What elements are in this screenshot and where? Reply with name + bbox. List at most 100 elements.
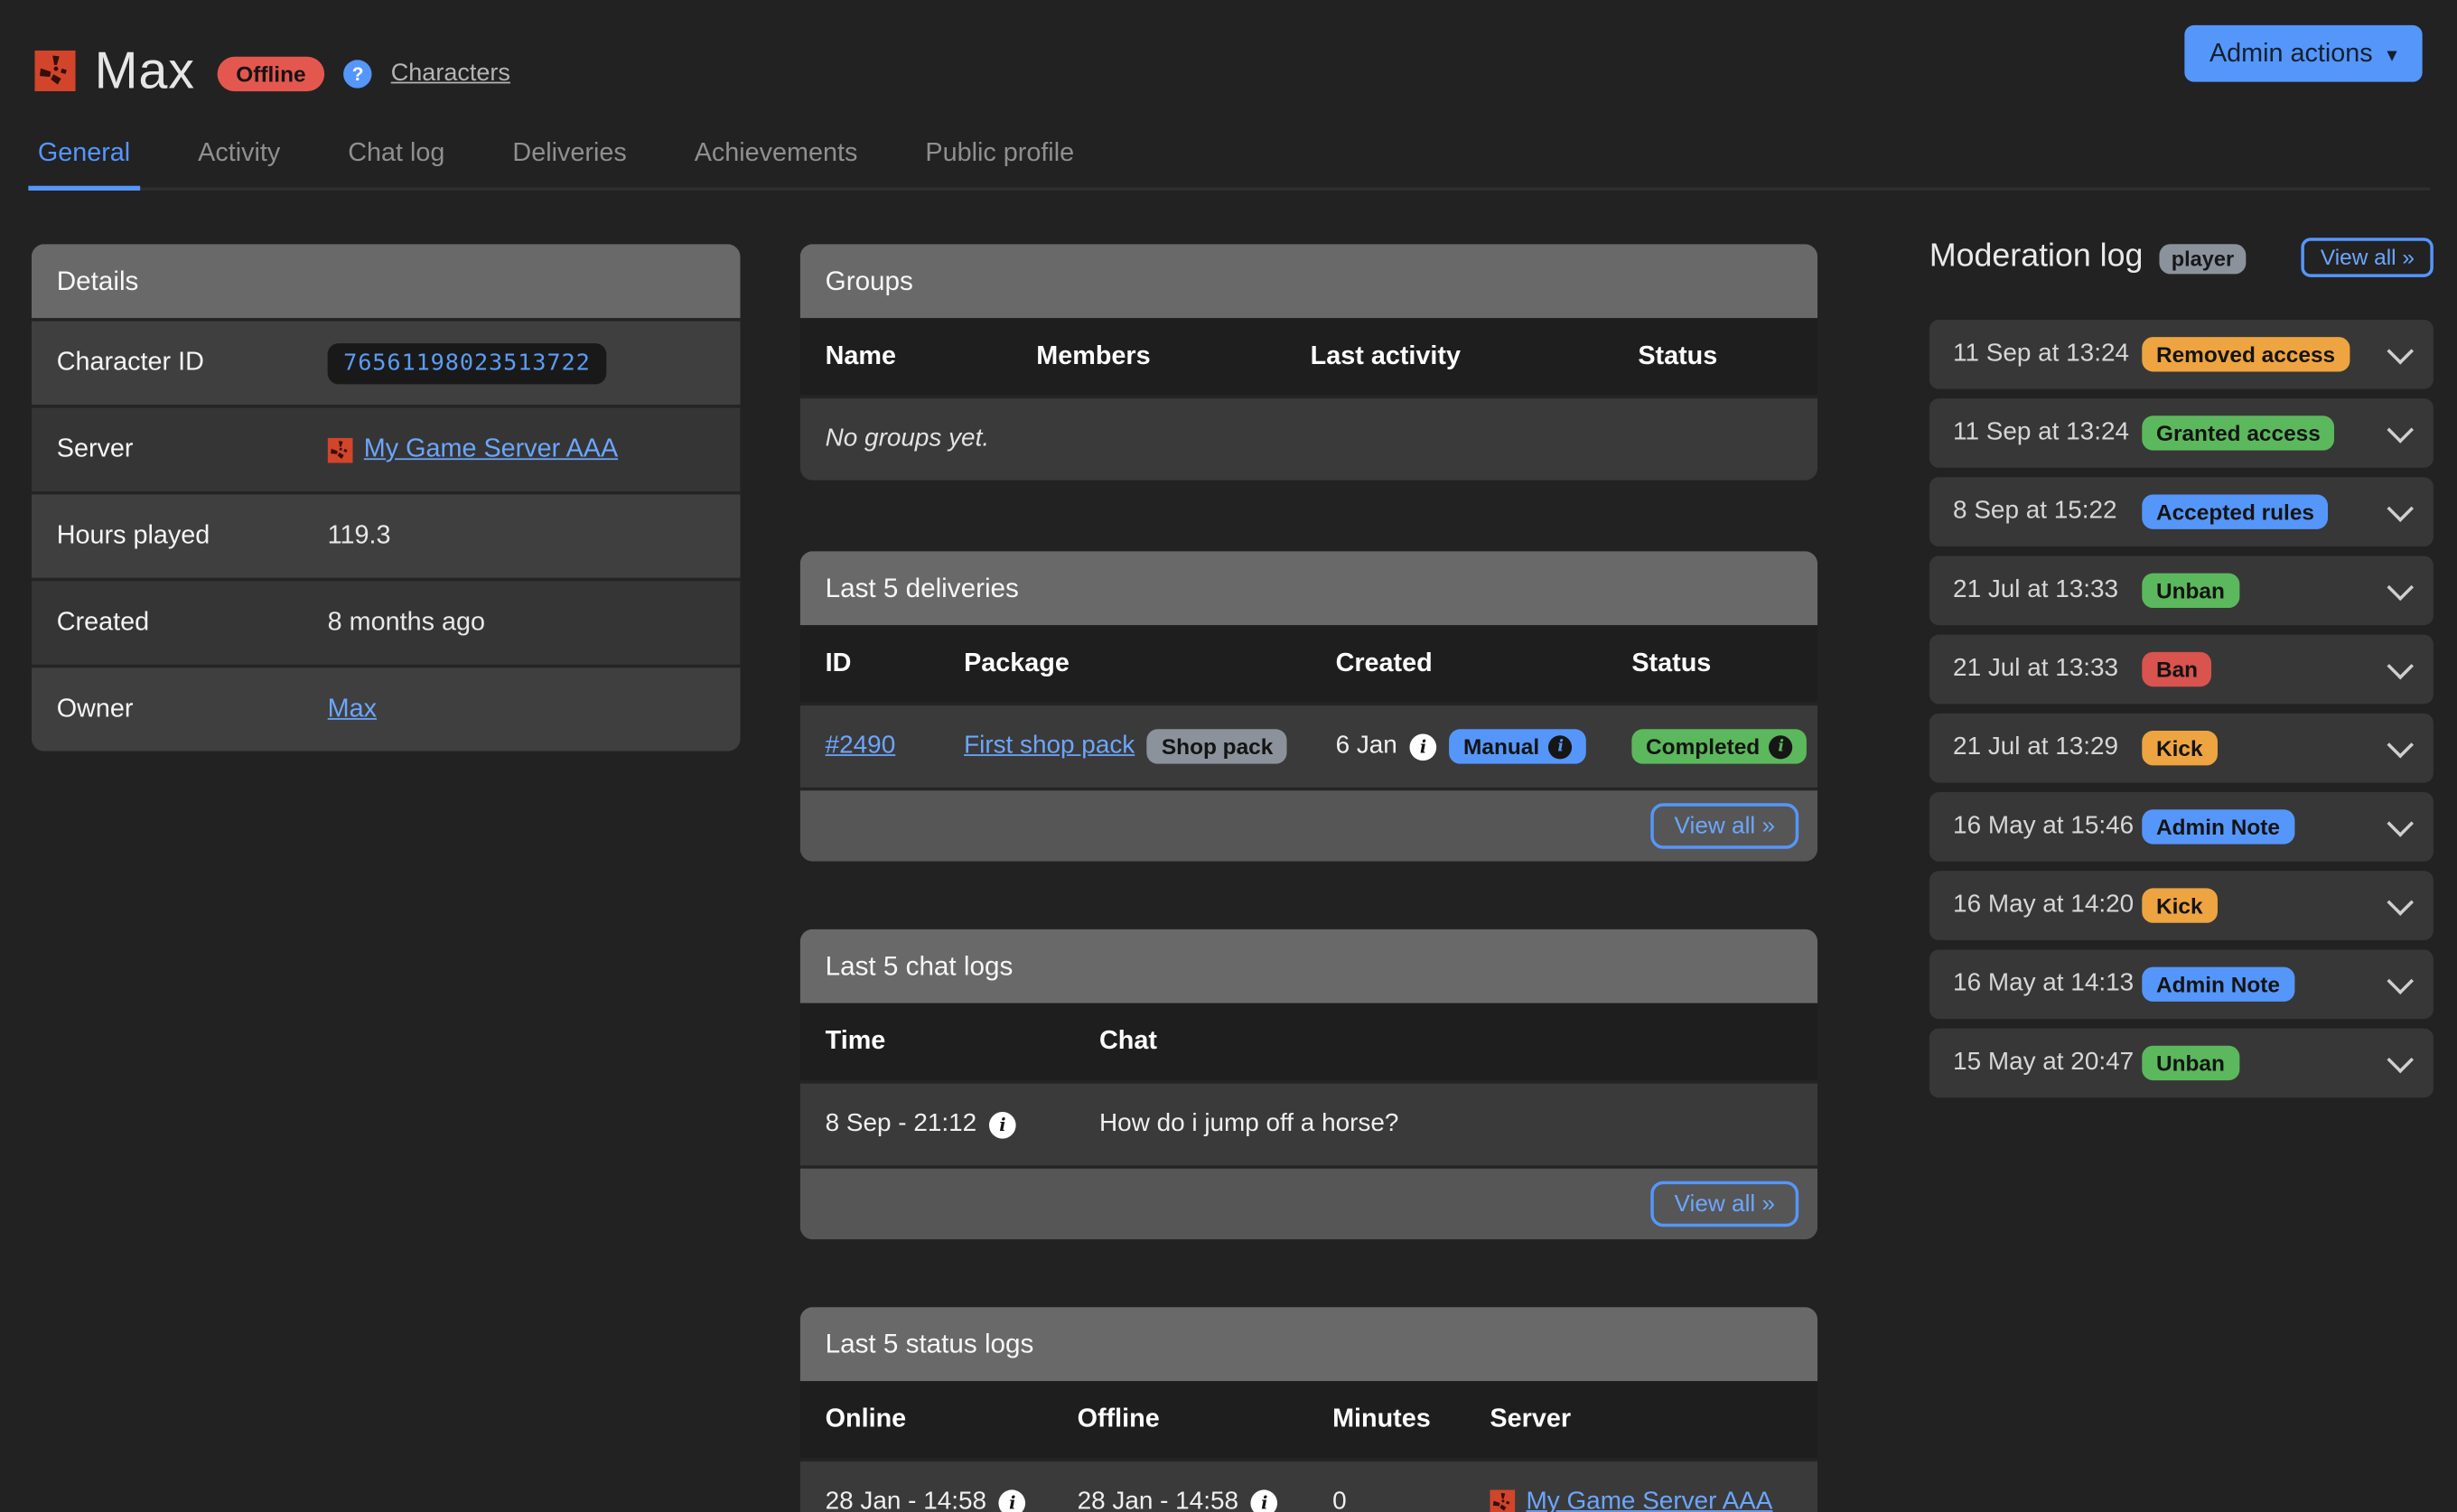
moderation-action-badge: Unban [2142,1046,2238,1080]
chat-logs-view-all-button[interactable]: View all » [1650,1181,1798,1227]
chevron-down-icon[interactable] [2387,574,2414,601]
badge-label: Manual [1463,734,1539,760]
moderation-log-entry[interactable]: 16 May at 15:46 Admin Note [1929,792,2434,862]
moderation-action-badge: Admin Note [2142,967,2294,1002]
moderation-log-entry[interactable]: 11 Sep at 13:24 Granted access [1929,398,2434,468]
moderation-entry-date: 8 Sep at 15:22 [1953,498,2142,526]
moderation-log-entry[interactable]: 15 May at 20:47 Unban [1929,1029,2434,1098]
moderation-log-column: Moderation log player View all » 11 Sep … [1929,230,2434,1098]
characters-link[interactable]: Characters [391,60,510,88]
column-header: ID [826,649,964,678]
moderation-log-entry[interactable]: 11 Sep at 13:24 Removed access [1929,320,2434,389]
tab-public-profile[interactable]: Public profile [916,126,1084,190]
column-header: Created [1336,649,1632,678]
column-header: Server [1490,1405,1792,1434]
details-panel-title: Details [32,244,741,318]
package-type-badge: Shop pack [1147,729,1287,763]
page-title: Max [95,41,195,100]
chevron-down-icon[interactable] [2387,731,2414,758]
chevron-down-icon[interactable] [2387,967,2414,994]
rust-game-icon [328,437,353,462]
chevron-down-icon[interactable] [2387,495,2414,522]
status-logs-panel-title: Last 5 status logs [800,1307,1817,1381]
moderation-log-header: Moderation log player View all » [1929,230,2434,284]
column-header: Name [826,341,1037,371]
admin-actions-button[interactable]: Admin actions ▾ [2184,25,2423,82]
rust-game-icon [1490,1489,1515,1512]
tab-bar: General Activity Chat log Deliveries Ach… [28,126,2430,190]
moderation-log-title: Moderation log [1929,238,2143,275]
tab-deliveries[interactable]: Deliveries [503,126,636,190]
tab-activity[interactable]: Activity [189,126,290,190]
chat-time: 8 Sep - 21:12 [826,1110,977,1138]
detail-row-created: Created 8 months ago [32,578,741,665]
moderation-log-entry[interactable]: 16 May at 14:20 Kick [1929,871,2434,940]
column-header: Offline [1078,1405,1332,1434]
detail-label: Owner [57,695,328,724]
badge-label: Completed [1646,734,1760,760]
delivery-status-badge: Completed i [1631,729,1807,763]
info-icon[interactable]: i [1410,733,1437,761]
offline-time: 28 Jan - 14:58 [1078,1489,1238,1512]
details-panel: Details Character ID 76561198023513722 S… [32,244,741,751]
rust-game-icon [34,51,75,91]
tab-general[interactable]: General [28,126,139,190]
page-header: Max Offline ? Characters [34,32,510,110]
caret-down-icon: ▾ [2387,43,2396,64]
detail-label: Character ID [57,348,328,378]
help-icon[interactable]: ? [343,60,371,88]
status-logs-panel: Last 5 status logs Online Offline Minute… [800,1307,1817,1512]
chevron-down-icon[interactable] [2387,337,2414,364]
server-link[interactable]: My Game Server AAA [1527,1489,1773,1512]
chevron-down-icon[interactable] [2387,888,2414,915]
moderation-entry-date: 21 Jul at 13:33 [1953,655,2142,683]
column-header: Status [1631,649,1792,678]
moderation-log-entry[interactable]: 8 Sep at 15:22 Accepted rules [1929,477,2434,546]
tab-achievements[interactable]: Achievements [685,126,867,190]
delivery-created-date: 6 Jan [1336,733,1397,761]
chat-logs-panel: Last 5 chat logs Time Chat 8 Sep - 21:12… [800,929,1817,1239]
moderation-log-entry[interactable]: 21 Jul at 13:33 Unban [1929,555,2434,625]
chat-logs-panel-title: Last 5 chat logs [800,929,1817,1003]
chat-message: How do i jump off a horse? [1099,1110,1792,1138]
character-id-value: 76561198023513722 [328,342,606,383]
chat-logs-footer: View all » [800,1165,1817,1239]
moderation-log-entry[interactable]: 16 May at 14:13 Admin Note [1929,949,2434,1019]
server-link[interactable]: My Game Server AAA [364,434,618,464]
moderation-action-badge: Removed access [2142,337,2350,371]
status-badge: Offline [217,57,324,91]
empty-state-text: No groups yet. [826,425,1793,453]
moderation-action-badge: Admin Note [2142,809,2294,844]
tab-chat-log[interactable]: Chat log [339,126,454,190]
chevron-down-icon[interactable] [2387,415,2414,443]
detail-row-character-id: Character ID 76561198023513722 [32,318,741,405]
detail-row-server: Server My Game Server AAA [32,405,741,491]
moderation-action-badge: Ban [2142,652,2212,686]
moderation-action-badge: Kick [2142,888,2217,922]
chevron-down-icon[interactable] [2387,809,2414,836]
moderation-view-all-button[interactable]: View all » [2302,237,2434,276]
groups-table-header: Name Members Last activity Status [800,318,1817,395]
owner-link[interactable]: Max [328,695,377,724]
info-icon[interactable]: i [1251,1489,1278,1512]
chevron-down-icon[interactable] [2387,652,2414,679]
info-icon[interactable]: i [1549,734,1573,758]
groups-empty-row: No groups yet. [800,396,1817,481]
delivery-id-link[interactable]: #2490 [826,733,896,760]
deliveries-view-all-button[interactable]: View all » [1650,803,1798,849]
moderation-log-entry[interactable]: 21 Jul at 13:33 Ban [1929,635,2434,705]
deliveries-panel: Last 5 deliveries ID Package Created Sta… [800,551,1817,861]
moderation-action-badge: Unban [2142,574,2238,608]
detail-label: Server [57,434,328,464]
info-icon[interactable]: i [999,1489,1026,1512]
info-icon[interactable]: i [1770,734,1793,758]
moderation-log-entry[interactable]: 21 Jul at 13:29 Kick [1929,714,2434,783]
moderation-entry-date: 16 May at 14:13 [1953,970,2142,998]
column-header: Minutes [1332,1405,1490,1434]
chevron-down-icon[interactable] [2387,1046,2414,1073]
main-column: Groups Name Members Last activity Status… [800,244,1817,1512]
hours-played-value: 119.3 [328,521,391,551]
package-link[interactable]: First shop pack [964,733,1135,761]
groups-panel-title: Groups [800,244,1817,318]
info-icon[interactable]: i [989,1111,1016,1138]
